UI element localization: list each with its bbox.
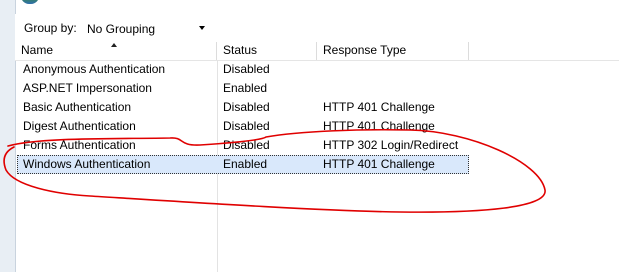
dropdown-arrow-icon — [199, 26, 205, 30]
row-name: Forms Authentication — [23, 138, 136, 152]
column-header-response-type[interactable]: Response Type — [317, 42, 469, 60]
group-by-value: No Grouping — [87, 22, 156, 36]
list-item[interactable]: Basic Authentication Disabled HTTP 401 C… — [15, 98, 619, 117]
row-name: Basic Authentication — [23, 100, 132, 114]
authentication-list: Anonymous Authentication Disabled ASP.NE… — [15, 60, 619, 174]
row-status: Disabled — [223, 138, 270, 152]
list-item[interactable]: ASP.NET Impersonation Enabled — [15, 79, 619, 98]
list-item-selected[interactable]: Windows Authentication Enabled HTTP 401 … — [17, 155, 469, 174]
row-name: ASP.NET Impersonation — [23, 81, 152, 95]
row-name: Digest Authentication — [23, 119, 136, 133]
toolbar: Group by: No Grouping — [15, 14, 619, 43]
row-status: Enabled — [223, 157, 268, 171]
row-status: Disabled — [223, 100, 270, 114]
list-header: Name Status Response Type — [15, 42, 619, 61]
row-name: Windows Authentication — [23, 157, 151, 171]
sort-ascending-icon — [111, 43, 117, 47]
list-item[interactable]: Digest Authentication Disabled HTTP 401 … — [15, 117, 619, 136]
row-response-type: HTTP 401 Challenge — [323, 119, 435, 133]
row-response-type: HTTP 302 Login/Redirect — [323, 138, 459, 152]
row-response-type: HTTP 401 Challenge — [323, 100, 435, 114]
list-item[interactable]: Forms Authentication Disabled HTTP 302 L… — [15, 136, 619, 155]
column-header-status[interactable]: Status — [217, 42, 317, 60]
column-header-status-label: Status — [223, 43, 258, 57]
column-header-name-label: Name — [21, 43, 54, 57]
row-status: Enabled — [223, 81, 268, 95]
column-header-response-type-label: Response Type — [323, 43, 407, 57]
group-by-dropdown[interactable]: No Grouping — [84, 17, 210, 40]
column-header-name[interactable]: Name — [15, 42, 217, 60]
row-response-type: HTTP 401 Challenge — [323, 157, 435, 171]
globe-icon — [21, 0, 39, 4]
left-panel-strip — [0, 0, 16, 272]
row-name: Anonymous Authentication — [23, 62, 166, 76]
row-status: Disabled — [223, 119, 270, 133]
group-by-label: Group by: — [24, 21, 77, 35]
list-item[interactable]: Anonymous Authentication Disabled — [15, 60, 619, 79]
row-status: Disabled — [223, 62, 270, 76]
